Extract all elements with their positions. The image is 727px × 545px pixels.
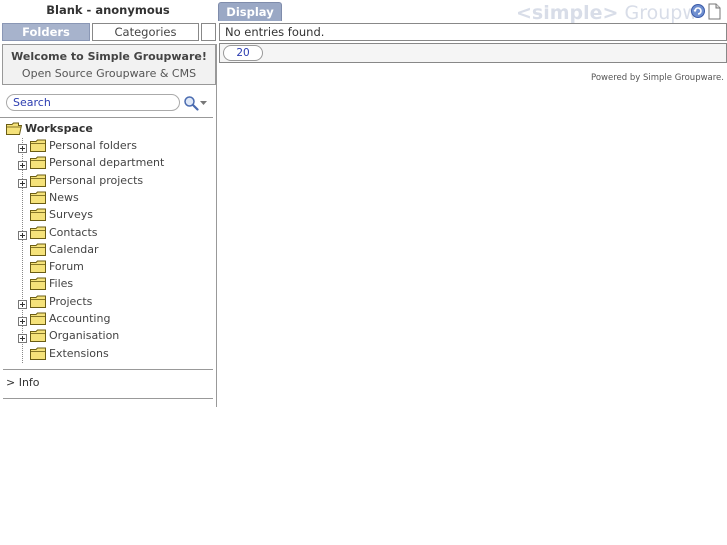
tree-item-label: News (49, 190, 79, 204)
expand-plus-icon[interactable] (18, 176, 27, 188)
welcome-subtitle: Open Source Groupware & CMS (21, 67, 197, 80)
sidebar-border (216, 44, 217, 407)
folder-icon (30, 226, 46, 239)
welcome-box: Welcome to Simple Groupware! Open Source… (2, 44, 216, 85)
folder-icon (30, 277, 46, 291)
folder-icon (30, 329, 46, 343)
refresh-icon[interactable] (690, 3, 706, 19)
expand-plus-icon[interactable] (18, 331, 27, 344)
info-link[interactable]: > Info (6, 376, 40, 389)
status-message: No entries found. (219, 23, 727, 41)
brand-logo: <simple> Groupware (516, 2, 694, 24)
tree-item-label: Extensions (49, 346, 109, 360)
expand-plus-icon[interactable] (18, 228, 27, 240)
folder-icon (30, 312, 46, 325)
pager-bar: 20 (219, 43, 727, 63)
tree-item-label: Surveys (49, 208, 93, 222)
tree-item-label: Personal department (49, 156, 165, 170)
tree-item-label: Calendar (49, 242, 99, 256)
folder-open-icon (6, 122, 23, 135)
tab-blank[interactable] (201, 23, 216, 41)
tree-item-label: Files (49, 277, 74, 291)
folder-icon (30, 347, 46, 360)
tree-item-label: Personal projects (49, 173, 144, 187)
folder-icon (30, 174, 46, 187)
tree-item-label: Organisation (49, 329, 120, 343)
expand-plus-icon[interactable] (18, 141, 27, 153)
tree-root-label: Workspace (25, 122, 93, 135)
app-title: Blank - anonymous (46, 3, 170, 17)
folder-icon (30, 156, 46, 170)
tree-item-label: Forum (49, 260, 84, 274)
tab-folders[interactable]: Folders (2, 23, 90, 41)
search-icon[interactable] (183, 95, 199, 111)
brand-name: Groupware (624, 2, 694, 24)
powered-by-text: Powered by Simple Groupware. (591, 73, 724, 83)
expand-plus-icon[interactable] (18, 158, 27, 171)
folder-tree: Workspace Personal folders Personal depart… (0, 120, 216, 370)
folder-icon (30, 208, 46, 222)
tree-item-label: Projects (49, 294, 93, 308)
divider (3, 398, 213, 399)
tree-item-label: Accounting (49, 312, 111, 325)
page-size-button[interactable]: 20 (223, 45, 263, 61)
folder-icon (30, 295, 46, 308)
chevron-down-icon[interactable] (199, 99, 208, 107)
folder-icon (30, 139, 46, 152)
folder-icon (30, 243, 46, 256)
tab-display[interactable]: Display (218, 2, 282, 21)
tree-item-label: Contacts (49, 225, 98, 239)
tab-categories[interactable]: Categories (92, 23, 199, 41)
search-input[interactable] (6, 94, 180, 111)
divider (3, 369, 213, 370)
tree-item-label: Personal folders (49, 139, 137, 152)
folder-icon (30, 260, 46, 274)
divider (0, 117, 213, 118)
new-page-icon[interactable] (706, 3, 722, 20)
expand-plus-icon[interactable] (18, 297, 27, 309)
folder-icon (30, 191, 46, 204)
welcome-title: Welcome to Simple Groupware! (11, 50, 207, 63)
brand-tag: <simple> (516, 2, 619, 24)
expand-plus-icon[interactable] (18, 314, 27, 326)
